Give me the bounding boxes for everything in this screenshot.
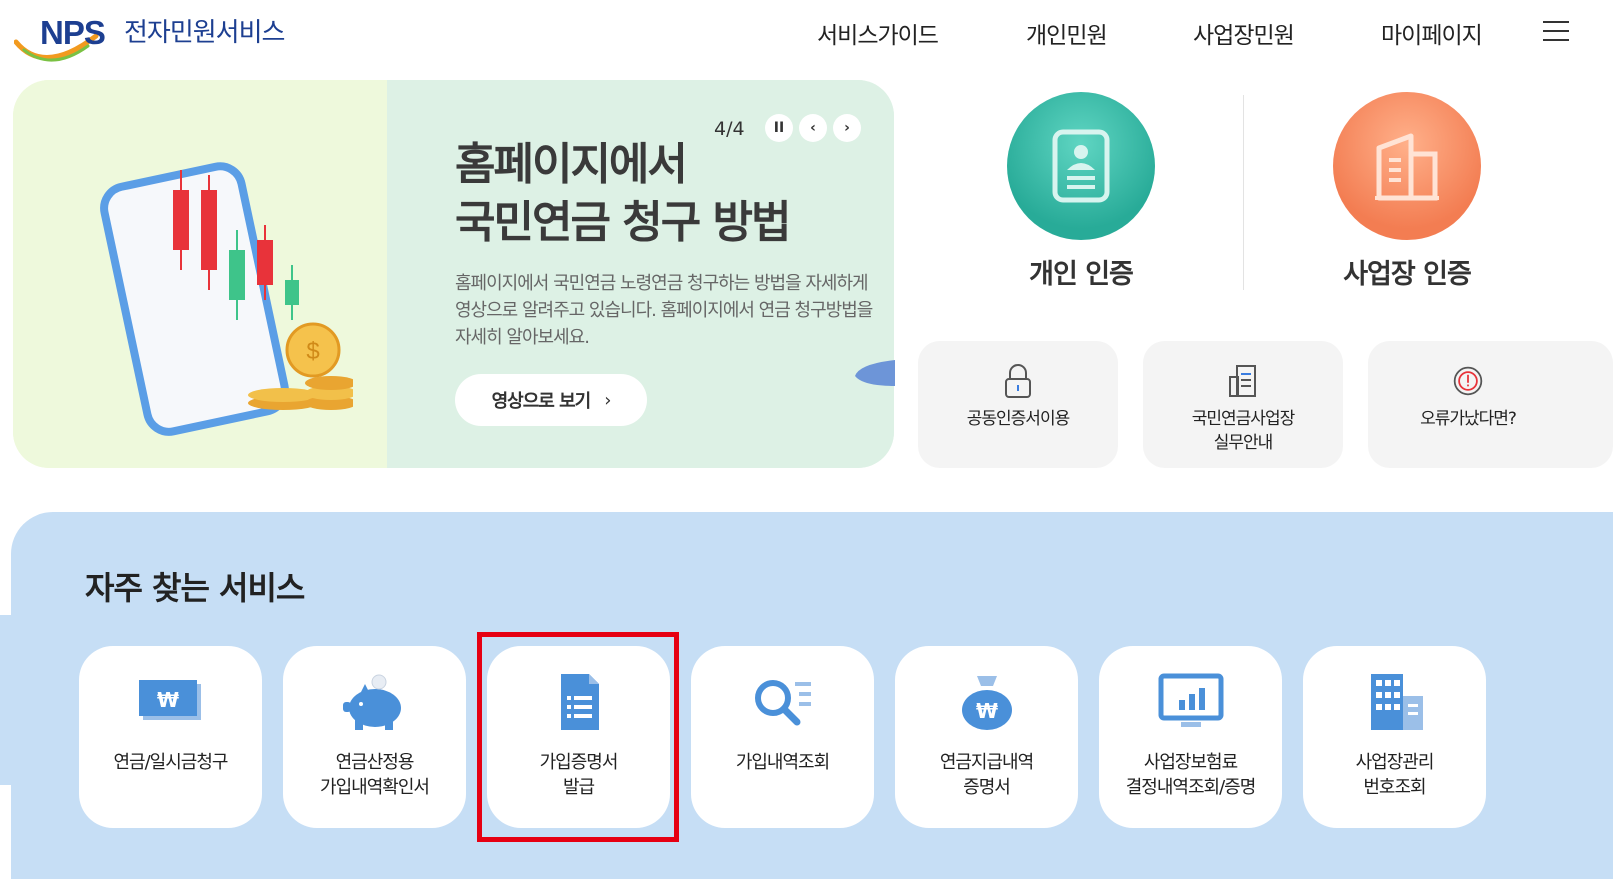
section-side-tab xyxy=(0,615,11,785)
lock-icon xyxy=(1005,364,1031,398)
building-icon xyxy=(1375,133,1439,201)
id-card-icon xyxy=(1052,129,1110,203)
service-card-pension-claim[interactable]: ₩ 연금/일시금청구 xyxy=(79,646,262,828)
banner-description: 홈페이지에서 국민연금 노령연금 청구하는 방법을 자세하게 영상으로 알려주고… xyxy=(455,273,873,348)
svg-text:₩: ₩ xyxy=(976,699,998,723)
service-card-business-premium[interactable]: 사업장보험료 결정내역조회/증명 xyxy=(1099,646,1282,828)
service-card-line2: 가입내역확인서 xyxy=(320,777,430,798)
phone-chart-illustration-icon: $ xyxy=(100,162,353,436)
prev-slide-button[interactable]: ‹ xyxy=(799,114,827,142)
service-card-label: 가입내역조회 xyxy=(691,750,874,775)
watch-video-label: 영상으로 보기 xyxy=(491,391,592,412)
service-card-business-number[interactable]: 사업장관리 번호조회 xyxy=(1303,646,1486,828)
chevron-right-icon: › xyxy=(604,389,611,411)
nav-personal-civil[interactable]: 개인민원 xyxy=(1026,16,1108,50)
hamburger-menu-icon[interactable] xyxy=(1543,21,1569,43)
site-header: NPS 전자민원서비스 서비스가이드 개인민원 사업장민원 마이페이지 xyxy=(0,0,1613,70)
service-card-line1: 연금지급내역 xyxy=(939,752,1034,773)
piggy-bank-icon xyxy=(343,674,401,730)
personal-auth-label[interactable]: 개인 인증 xyxy=(981,252,1181,291)
auth-divider xyxy=(1243,95,1244,290)
watch-video-button[interactable]: 영상으로 보기 › xyxy=(455,374,647,426)
quick-link-business-guide[interactable]: 국민연금사업장 실무안내 xyxy=(1143,341,1343,468)
service-card-line1: 사업장관리 xyxy=(1355,752,1435,773)
exclamation-circle-icon xyxy=(1453,366,1483,396)
quick-link-label-line2: 실무안내 xyxy=(1213,433,1274,453)
nav-service-guide[interactable]: 서비스가이드 xyxy=(817,16,939,50)
svg-text:$: $ xyxy=(306,338,319,365)
business-auth-button[interactable] xyxy=(1333,92,1481,240)
logo-text: NPS xyxy=(40,14,106,51)
service-card-pension-calc-record[interactable]: 연금산정용 가입내역확인서 xyxy=(283,646,466,828)
service-card-line1: 연금산정용 xyxy=(335,752,415,773)
nav-my-page[interactable]: 마이페이지 xyxy=(1381,16,1483,50)
service-card-line2: 증명서 xyxy=(963,777,1011,798)
service-card-line2: 번호조회 xyxy=(1363,777,1426,798)
service-card-label: 사업장관리 번호조회 xyxy=(1303,750,1486,800)
quick-link-label: 국민연금사업장 실무안내 xyxy=(1143,407,1343,455)
service-card-payment-certificate[interactable]: ₩ 연금지급내역 증명서 xyxy=(895,646,1078,828)
service-name: 전자민원서비스 xyxy=(124,18,285,48)
money-bag-icon: ₩ xyxy=(962,676,1012,730)
service-card-label: 연금지급내역 증명서 xyxy=(895,750,1078,800)
service-card-membership-history[interactable]: 가입내역조회 xyxy=(691,646,874,828)
won-bill-icon: ₩ xyxy=(139,680,201,720)
business-auth-label[interactable]: 사업장 인증 xyxy=(1307,252,1507,291)
quick-link-label: 오류가났다면? xyxy=(1420,409,1517,429)
service-card-line1: 사업장보험료 xyxy=(1143,752,1238,773)
promo-banner: $ 4/4 II ‹ › 홈페이지에서 국민연금 청구 방법 홈페이지에서 국민… xyxy=(13,80,894,468)
banner-decoration-icon xyxy=(855,360,895,386)
service-card-line1: 가입내역조회 xyxy=(735,752,830,773)
auth-section: 개인 인증 사업장 인증 xyxy=(918,80,1613,320)
personal-auth-button[interactable] xyxy=(1007,92,1155,240)
document-building-icon xyxy=(1229,365,1256,397)
quick-link-error-help[interactable]: 오류가났다면? xyxy=(1368,341,1613,468)
service-card-line2: 결정내역조회/증명 xyxy=(1125,777,1257,798)
svg-text:₩: ₩ xyxy=(157,688,179,712)
service-card-label: 연금산정용 가입내역확인서 xyxy=(283,750,466,800)
highlight-box xyxy=(477,632,679,842)
service-card-label: 사업장보험료 결정내역조회/증명 xyxy=(1099,750,1282,800)
quick-link-label-line1: 국민연금사업장 xyxy=(1191,409,1295,429)
menu-bar xyxy=(1543,21,1569,23)
nps-logo[interactable]: NPS 전자민원서비스 xyxy=(14,8,304,64)
banner-title: 홈페이지에서 국민연금 청구 방법 xyxy=(455,136,791,252)
menu-bar xyxy=(1543,30,1569,32)
nav-business-civil[interactable]: 사업장민원 xyxy=(1193,16,1295,50)
office-building-icon xyxy=(1371,674,1423,730)
next-slide-button[interactable]: › xyxy=(833,114,861,142)
quick-link-label: 공동인증서이용 xyxy=(966,409,1070,429)
banner-title-line1: 홈페이지에서 xyxy=(455,139,688,190)
monitor-chart-icon xyxy=(1158,673,1224,727)
banner-title-line2: 국민연금 청구 방법 xyxy=(455,197,791,248)
frequent-services-title: 자주 찾는 서비스 xyxy=(85,569,305,607)
service-card-label: 연금/일시금청구 xyxy=(79,750,262,775)
service-card-line1: 연금/일시금청구 xyxy=(113,752,229,773)
search-list-icon xyxy=(755,680,811,726)
menu-bar xyxy=(1543,39,1569,41)
quick-link-certificate[interactable]: 공동인증서이용 xyxy=(918,341,1118,468)
